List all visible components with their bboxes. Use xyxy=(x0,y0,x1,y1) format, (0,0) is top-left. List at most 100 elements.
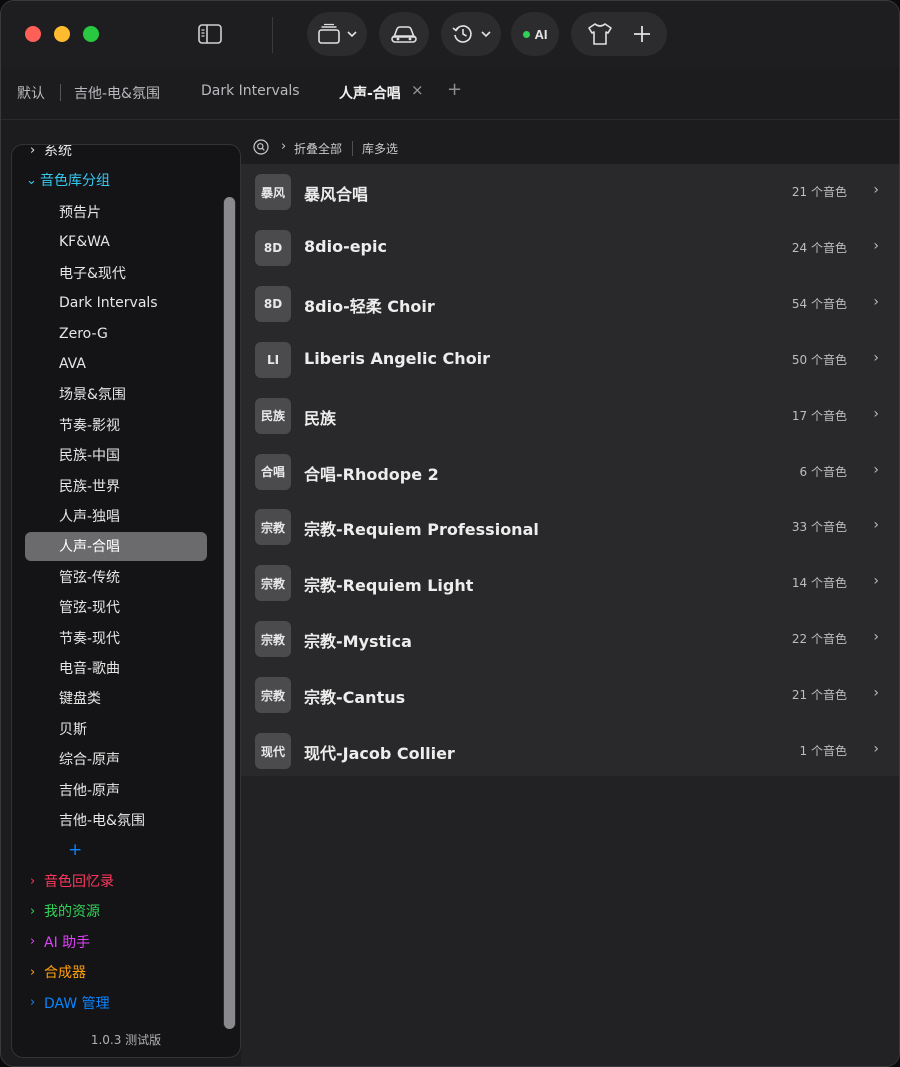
chevron-right-icon[interactable]: › xyxy=(873,350,879,366)
sidebar-item-label: 节奏-现代 xyxy=(59,630,121,647)
tab-dark-intervals[interactable]: Dark Intervals xyxy=(201,83,300,99)
chevron-right-icon: › xyxy=(30,934,36,950)
tab-default[interactable]: 默认 xyxy=(17,83,45,103)
window-stack-button[interactable] xyxy=(307,12,367,56)
ai-button[interactable]: AI xyxy=(511,12,559,56)
chevron-right-icon[interactable]: › xyxy=(873,182,879,198)
sidebar-section-bottom[interactable]: › AI 助手 xyxy=(30,931,90,953)
titlebar-divider xyxy=(272,17,273,53)
sidebar-section-label: DAW 管理 xyxy=(44,995,110,1012)
library-badge: 8D xyxy=(255,285,291,322)
library-badge: LI xyxy=(255,341,291,378)
library-preset-count: 17 个音色 xyxy=(791,408,847,423)
library-name: 宗教-Requiem Light xyxy=(304,576,474,596)
library-row[interactable]: LI Liberis Angelic Choir 50 个音色 › xyxy=(241,332,899,388)
history-button[interactable] xyxy=(441,12,501,56)
sidebar-item-label: AVA xyxy=(59,356,86,372)
library-row[interactable]: 宗教 宗教-Requiem Light 14 个音色 › xyxy=(241,555,899,611)
library-badge: 合唱 xyxy=(255,453,291,490)
library-name: 暴风合唱 xyxy=(304,185,369,204)
sidebar-section-bottom[interactable]: › 我的资源 xyxy=(30,900,100,922)
toolbar-separator xyxy=(352,141,353,156)
sidebar-item-group[interactable]: 人声-独唱 xyxy=(59,505,120,527)
sidebar-section-bottom[interactable]: › 合成器 xyxy=(30,961,86,983)
sidebar-item-group[interactable]: 电子&现代 xyxy=(59,262,126,284)
sidebar-section-bottom[interactable]: › 音色回忆录 xyxy=(30,870,114,892)
sidebar-item-group[interactable]: 综合-原声 xyxy=(59,748,120,770)
sidebar-toggle-icon[interactable] xyxy=(197,23,223,45)
sidebar-item-group[interactable]: 场景&氛围 xyxy=(59,383,126,405)
library-badge: 宗教 xyxy=(255,621,291,658)
library-row[interactable]: 合唱 合唱-Rhodope 2 6 个音色 › xyxy=(241,444,899,500)
sidebar-item-group[interactable]: 电音-歌曲 xyxy=(59,657,120,679)
chevron-right-icon[interactable]: › xyxy=(873,685,879,701)
sidebar-scrollbar[interactable] xyxy=(223,197,236,1029)
sidebar-item-group[interactable]: 民族-世界 xyxy=(59,475,120,497)
sidebar-section-label: 合成器 xyxy=(44,965,86,982)
add-group-icon[interactable]: + xyxy=(68,840,82,860)
sidebar-item-group[interactable]: 管弦-现代 xyxy=(59,596,120,618)
sidebar-section-label: 音色回忆录 xyxy=(44,874,114,890)
sidebar-item-group[interactable]: 节奏-影视 xyxy=(59,414,120,436)
close-window-button[interactable] xyxy=(25,26,41,42)
sidebar-item-group[interactable]: 预告片 xyxy=(59,201,101,223)
library-list: 暴风 暴风合唱 21 个音色 › 8D 8dio-epic 24 个音色 › 8D 8dio-轻柔… xyxy=(241,164,899,776)
list-toolbar: › 折叠全部 库多选 xyxy=(241,132,899,164)
sidebar-scroll-thumb[interactable] xyxy=(224,197,235,1029)
plus-icon[interactable] xyxy=(632,24,652,44)
chevron-right-icon[interactable]: › xyxy=(873,573,879,589)
chevron-right-icon[interactable]: › xyxy=(873,294,879,310)
title-bar: AI xyxy=(1,1,899,67)
sidebar-item-label: 节奏-影视 xyxy=(59,417,121,434)
chevron-right-icon[interactable]: › xyxy=(873,517,879,533)
sidebar-item-label: Dark Intervals xyxy=(59,295,158,312)
library-row[interactable]: 宗教 宗教-Cantus 21 个音色 › xyxy=(241,667,899,723)
library-preset-count: 21 个音色 xyxy=(791,688,847,703)
sidebar-item-group[interactable]: 贝斯 xyxy=(59,718,87,740)
sidebar-item-group[interactable]: Zero-G xyxy=(59,323,108,345)
theme-and-add-group xyxy=(571,12,667,56)
sidebar-item-group[interactable]: KF&WA xyxy=(59,231,110,253)
chevron-right-icon[interactable]: › xyxy=(873,238,879,254)
library-row[interactable]: 现代 现代-Jacob Collier 1 个音色 › xyxy=(241,723,899,779)
sidebar-item-label: 电子&现代 xyxy=(59,265,126,282)
multi-select-button[interactable]: 库多选 xyxy=(362,140,398,157)
sidebar-item-group[interactable]: 键盘类 xyxy=(59,687,101,709)
library-row[interactable]: 8D 8dio-轻柔 Choir 54 个音色 › xyxy=(241,276,899,332)
tab-guitar-electric[interactable]: 吉他-电&氛围 xyxy=(74,83,160,103)
library-row[interactable]: 民族 民族 17 个音色 › xyxy=(241,388,899,444)
library-row[interactable]: 暴风 暴风合唱 21 个音色 › xyxy=(241,164,899,220)
library-badge: 暴风 xyxy=(255,174,291,210)
sidebar-section-library-groups[interactable]: ⌄ 音色库分组 xyxy=(26,169,110,191)
chevron-right-icon[interactable]: › xyxy=(873,741,879,757)
sidebar-item-label: 综合-原声 xyxy=(59,752,121,769)
sidebar-item-group[interactable]: 节奏-现代 xyxy=(59,627,120,649)
app-window: AI 默认 吉他-电&氛围 Dark Intervals 人声-合唱 × + ›… xyxy=(0,0,900,1067)
car-button[interactable] xyxy=(379,12,429,56)
sidebar-section-system[interactable]: › 系统 xyxy=(30,144,72,161)
sidebar-item-group[interactable]: 民族-中国 xyxy=(59,444,120,466)
library-row[interactable]: 宗教 宗教-Requiem Professional 33 个音色 › xyxy=(241,499,899,555)
chevron-right-icon: › xyxy=(30,144,36,158)
search-icon[interactable] xyxy=(253,139,269,155)
collapse-all-button[interactable]: 折叠全部 xyxy=(294,140,342,157)
sidebar-section-bottom[interactable]: › DAW 管理 xyxy=(30,992,110,1014)
minimize-window-button[interactable] xyxy=(54,26,70,42)
sidebar-item-group[interactable]: 吉他-原声 xyxy=(59,779,120,801)
sidebar-item-group[interactable]: 吉他-电&氛围 xyxy=(59,809,145,831)
tab-add-icon[interactable]: + xyxy=(447,79,462,100)
sidebar-item-group[interactable]: AVA xyxy=(59,353,86,375)
sidebar-item-group[interactable]: 管弦-传统 xyxy=(59,566,120,588)
sidebar-item-group[interactable]: Dark Intervals xyxy=(59,292,158,314)
library-name: 宗教-Requiem Professional xyxy=(304,520,539,540)
tab-vocal-choir[interactable]: 人声-合唱 xyxy=(339,83,401,103)
maximize-window-button[interactable] xyxy=(83,26,99,42)
shirt-icon[interactable] xyxy=(586,22,614,46)
library-row[interactable]: 8D 8dio-epic 24 个音色 › xyxy=(241,220,899,276)
library-row[interactable]: 宗教 宗教-Mystica 22 个音色 › xyxy=(241,611,899,667)
chevron-right-icon[interactable]: › xyxy=(873,462,879,478)
chevron-right-icon[interactable]: › xyxy=(873,406,879,422)
chevron-right-icon[interactable]: › xyxy=(873,629,879,645)
tab-close-icon[interactable]: × xyxy=(411,81,424,99)
sidebar-item-group[interactable]: 人声-合唱 xyxy=(59,535,120,557)
